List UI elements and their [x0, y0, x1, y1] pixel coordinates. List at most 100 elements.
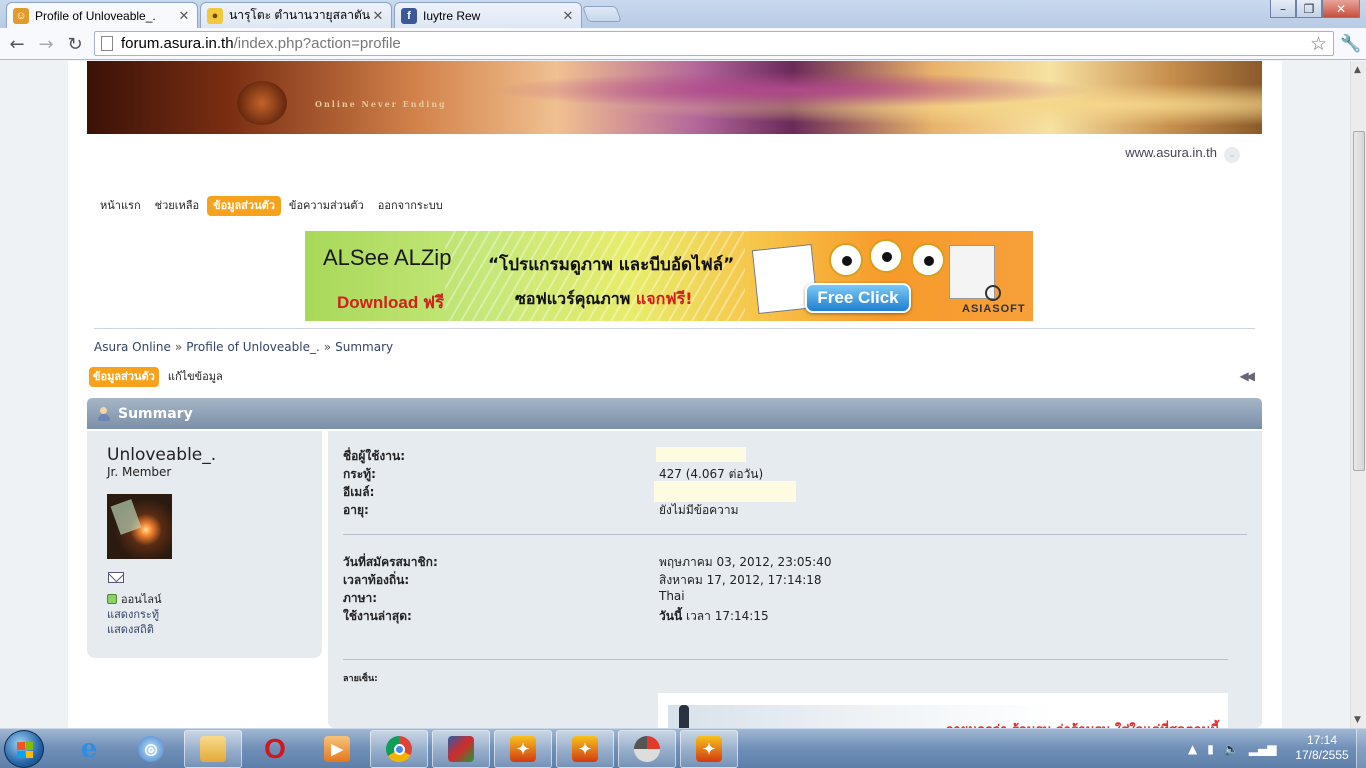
taskbar-game-1[interactable]: ✦: [494, 730, 552, 768]
wrench-menu-icon[interactable]: 🔧: [1340, 33, 1362, 55]
forward-icon[interactable]: →: [35, 33, 57, 55]
taskbar-chrome[interactable]: [370, 730, 428, 768]
reload-icon[interactable]: ↻: [64, 33, 86, 55]
scroll-down-icon[interactable]: ▼: [1354, 715, 1361, 725]
breadcrumb-profile-link[interactable]: Profile of Unloveable_.: [186, 340, 320, 354]
value-language: Thai: [659, 589, 685, 603]
clock-time: 17:14: [1306, 733, 1338, 747]
value-date-registered: พฤษภาคม 03, 2012, 23:05:40: [659, 555, 832, 569]
breadcrumb-home-link[interactable]: Asura Online: [94, 340, 171, 354]
tab-profile[interactable]: ☺ Profile of Unloveable_. ✕: [6, 2, 198, 28]
redacted-email: [654, 481, 796, 502]
scrollbar-thumb[interactable]: [1353, 131, 1365, 471]
asiasoft-logo-icon: [985, 285, 1001, 301]
advertisement-banner[interactable]: ALSee ALZip “โปรแกรมดูภาพ และบีบอัดไฟล์”…: [305, 231, 1033, 321]
internet-explorer-icon: e: [80, 734, 98, 764]
windows-logo-icon: [17, 742, 33, 758]
tab-facebook[interactable]: f Iuytre Rew ✕: [394, 2, 582, 28]
label-email: อีเมล์:: [343, 485, 375, 499]
avatar: [107, 494, 172, 559]
label-posts: กระทู้:: [343, 467, 376, 481]
taskbar-mediaplayer[interactable]: ◎: [122, 730, 180, 768]
taskbar-clock[interactable]: 17:14 17/8/2555: [1292, 733, 1352, 763]
orange-face-icon: ☺: [13, 7, 29, 24]
close-icon[interactable]: ✕: [371, 8, 385, 24]
ad-mascot-image: [825, 239, 955, 281]
user-basic-info: Unloveable_. Jr. Member ออนไลน์ แสดงกระท…: [87, 431, 322, 658]
scroll-up-icon[interactable]: ▲: [1354, 65, 1361, 75]
profile-subtabs: ข้อมูลส่วนตัว แก้ไขข้อมูล: [89, 367, 232, 387]
tab-title: Profile of Unloveable_.: [35, 8, 156, 23]
ad-free-click-button[interactable]: Free Click: [805, 283, 911, 313]
menu-messages[interactable]: ข้อความส่วนตัว: [283, 196, 370, 216]
breadcrumb-summary-link[interactable]: Summary: [335, 340, 393, 354]
label-date-registered: วันที่สมัครสมาชิก:: [343, 555, 438, 569]
clock-date: 17/8/2555: [1295, 748, 1349, 762]
taskbar-game-3[interactable]: ✦: [680, 730, 738, 768]
browser-tab-strip: ☺ Profile of Unloveable_. ✕ ● นารุโตะ ตำ…: [0, 0, 1366, 28]
menu-home[interactable]: หน้าแรก: [94, 196, 147, 216]
forum-page: Online Never Ending www.asura.in.th ⌄ หน…: [68, 61, 1282, 728]
asura-game-icon: ✦: [510, 736, 536, 762]
close-icon[interactable]: ✕: [561, 8, 575, 24]
taskbar-loader[interactable]: [618, 730, 676, 768]
network-icon[interactable]: ▂▄▆: [1249, 742, 1277, 756]
tab-title: นารุโตะ ตำนานวายุสลาตัน ตอน: [229, 8, 371, 22]
user-rank: Jr. Member: [107, 465, 172, 479]
value-last-active-time: เวลา 17:14:15: [682, 609, 769, 623]
banner-emblem: [237, 81, 287, 125]
section-title: Summary: [118, 405, 193, 422]
taskbar-explorer[interactable]: [184, 730, 242, 768]
bookmark-star-icon[interactable]: ☆: [1310, 33, 1327, 56]
loading-app-icon: [634, 736, 660, 762]
system-tray: ▲ ▮ 🔈 ▂▄▆: [1188, 729, 1276, 768]
signature-figure: [679, 705, 689, 728]
close-icon[interactable]: ✕: [177, 8, 191, 24]
user-icon: [97, 406, 111, 421]
menu-help[interactable]: ช่วยเหลือ: [149, 196, 205, 216]
taskbar-ie[interactable]: e: [60, 730, 118, 768]
back-icon[interactable]: ←: [6, 33, 28, 55]
ad-slogan: “โปรแกรมดูภาพ และบีบอัดไฟล์”: [488, 255, 735, 275]
signature-image: ...ภายนอกว่า ร้อนรน จ่าร้อนรน ใส่ใจแค่ที…: [668, 705, 1219, 728]
show-hidden-icons-icon[interactable]: ▲: [1188, 742, 1197, 756]
new-tab-button[interactable]: [582, 6, 622, 22]
vertical-scrollbar[interactable]: ▲ ▼: [1350, 61, 1366, 728]
show-desktop-button[interactable]: [1356, 729, 1366, 768]
taskbar-game-2[interactable]: ✦: [556, 730, 614, 768]
asura-game-icon: ✦: [696, 736, 722, 762]
start-button[interactable]: [4, 730, 44, 768]
banner-tagline: Online Never Ending: [315, 99, 447, 109]
tab-profile-info[interactable]: ข้อมูลส่วนตัว: [89, 367, 159, 387]
minimize-button[interactable]: –: [1270, 0, 1296, 18]
tab-edit-profile[interactable]: แก้ไขข้อมูล: [164, 367, 227, 387]
site-banner[interactable]: Online Never Ending: [87, 61, 1262, 134]
opera-icon: O: [264, 733, 286, 764]
signature: ...ภายนอกว่า ร้อนรน จ่าร้อนรน ใส่ใจแค่ที…: [658, 693, 1228, 728]
redacted-username: [656, 447, 746, 462]
url-host: forum.asura.in.th: [121, 35, 234, 52]
show-stats-link[interactable]: แสดงสถิติ: [107, 620, 154, 638]
tab-title: Iuytre Rew: [423, 8, 481, 23]
asura-game-icon: ✦: [572, 736, 598, 762]
taskbar-app[interactable]: [432, 730, 490, 768]
ad-subtext: ซอฟแวร์คุณภาพ แจกฟรี!: [515, 287, 692, 312]
email-icon[interactable]: [108, 572, 124, 583]
taskbar-video[interactable]: ▶: [308, 730, 366, 768]
signature-text: ...ภายนอกว่า ร้อนรน จ่าร้อนรน ใส่ใจแค่ที…: [930, 719, 1219, 728]
menu-logout[interactable]: ออกจากระบบ: [372, 196, 449, 216]
tab-naruto[interactable]: ● นารุโตะ ตำนานวายุสลาตัน ตอน ✕: [200, 2, 392, 28]
close-window-button[interactable]: ✕: [1322, 0, 1360, 18]
taskbar-opera[interactable]: O: [246, 730, 304, 768]
divider: [343, 659, 1228, 660]
power-icon[interactable]: ▮: [1207, 742, 1214, 756]
menu-profile[interactable]: ข้อมูลส่วนตัว: [207, 196, 281, 216]
collapse-chevron-icon[interactable]: ⌄: [1224, 147, 1240, 163]
restore-button[interactable]: ❐: [1296, 0, 1322, 18]
collapse-left-icon[interactable]: ◀◀: [1240, 369, 1256, 383]
address-bar[interactable]: forum.asura.in.th/index.php?action=profi…: [94, 31, 1334, 56]
video-player-icon: ▶: [324, 736, 350, 762]
online-indicator-icon: [107, 594, 117, 604]
volume-icon[interactable]: 🔈: [1224, 742, 1239, 756]
url-path: /index.php?action=profile: [233, 35, 401, 52]
